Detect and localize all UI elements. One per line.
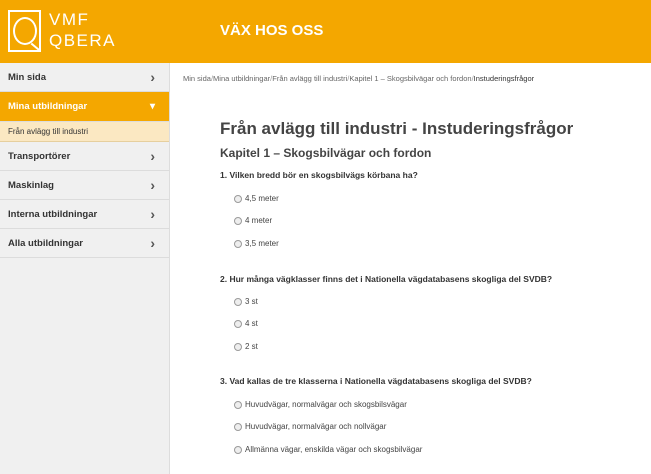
radio-button[interactable] [234,400,242,409]
chevron-right-icon: › [150,69,155,85]
sidebar-item-interna-utbildningar[interactable]: Interna utbildningar › [0,200,169,229]
sidebar-item-maskinlag[interactable]: Maskinlag › [0,171,169,200]
sidebar-item-min-sida[interactable]: Min sida › [0,63,169,92]
answer-label: 4,5 meter [245,194,279,203]
site-title: VÄX HOS OSS [220,22,324,39]
chevron-right-icon: › [150,148,155,164]
sidebar-item-transportorer[interactable]: Transportörer › [0,142,169,171]
answer-label: Allmänna vägar, enskilda vägar och skogs… [245,445,423,454]
sidebar-item-label: Min sida [8,71,47,83]
main-content: Min sida/Mina utbildningar/Från avlägg t… [171,63,651,474]
breadcrumb-link[interactable]: Min sida [183,74,211,83]
radio-button[interactable] [234,194,242,203]
sidebar-item-alla-utbildningar[interactable]: Alla utbildningar › [0,229,169,258]
answer-label: Huvudvägar, normalvägar och skogsbilsväg… [245,400,407,409]
answer-option[interactable]: Huvudvägar, normalvägar och nollvägar [234,422,386,431]
question-2: 2. Hur många vägklasser finns det i Nati… [220,274,553,284]
site-header: VMF QBERA VÄX HOS OSS [0,0,651,63]
answer-label: 4 st [245,319,258,328]
answer-option[interactable]: 3 st [234,297,258,306]
sidebar-nav: Min sida › Mina utbildningar ▾ Från avlä… [0,63,170,474]
logo-mark-icon [8,10,41,52]
breadcrumb-link[interactable]: Mina utbildningar [213,74,270,83]
sidebar-item-label: Alla utbildningar [8,237,83,249]
question-3: 3. Vad kallas de tre klasserna i Natione… [220,376,532,386]
chevron-down-icon: ▾ [149,101,155,112]
breadcrumb: Min sida/Mina utbildningar/Från avlägg t… [183,74,534,83]
answer-option[interactable]: 3,5 meter [234,239,279,248]
answer-option[interactable]: Allmänna vägar, enskilda vägar och skogs… [234,445,422,454]
radio-button[interactable] [234,216,242,225]
answer-label: 4 meter [245,216,273,225]
breadcrumb-current: Instuderingsfrågor [473,74,535,83]
radio-button[interactable] [234,297,242,306]
answer-label: 2 st [245,342,258,351]
breadcrumb-link[interactable]: Från avlägg till industri [272,74,347,83]
answer-label: Huvudvägar, normalvägar och nollvägar [245,422,387,431]
question-1: 1. Vilken bredd bör en skogsbilvägs körb… [220,170,418,180]
breadcrumb-link[interactable]: Kapitel 1 – Skogsbilvägar och fordon [349,74,471,83]
radio-button[interactable] [234,319,242,328]
sidebar-subitem-fran-avlagg[interactable]: Från avlägg till industri [0,122,169,142]
answer-option[interactable]: 4,5 meter [234,194,279,203]
chapter-subtitle: Kapitel 1 – Skogsbilvägar och fordon [220,146,432,160]
logo-text-line1: VMF [49,10,90,29]
answer-option[interactable]: 4 meter [234,216,272,225]
sidebar-item-label: Maskinlag [8,179,54,191]
answer-option[interactable]: 2 st [234,342,258,351]
sidebar-item-label: Mina utbildningar [8,101,88,112]
sidebar-item-label: Transportörer [8,150,71,162]
answer-option[interactable]: Huvudvägar, normalvägar och skogsbilsväg… [234,400,407,409]
radio-button[interactable] [234,342,242,351]
chevron-right-icon: › [150,177,155,193]
page-title: Från avlägg till industri - Instuderings… [220,119,574,138]
radio-button[interactable] [234,445,242,454]
chevron-right-icon: › [150,206,155,222]
chevron-right-icon: › [150,235,155,251]
logo-text-line2: QBERA [49,31,117,50]
answer-label: 3 st [245,297,258,306]
answer-label: 3,5 meter [245,239,279,248]
logo-q-icon [13,17,37,45]
radio-button[interactable] [234,422,242,431]
sidebar-item-mina-utbildningar[interactable]: Mina utbildningar ▾ [0,92,169,122]
sidebar-item-label: Interna utbildningar [8,208,98,220]
radio-button[interactable] [234,239,242,248]
answer-option[interactable]: 4 st [234,319,258,328]
vmf-qbera-logo[interactable]: VMF QBERA [8,10,116,52]
